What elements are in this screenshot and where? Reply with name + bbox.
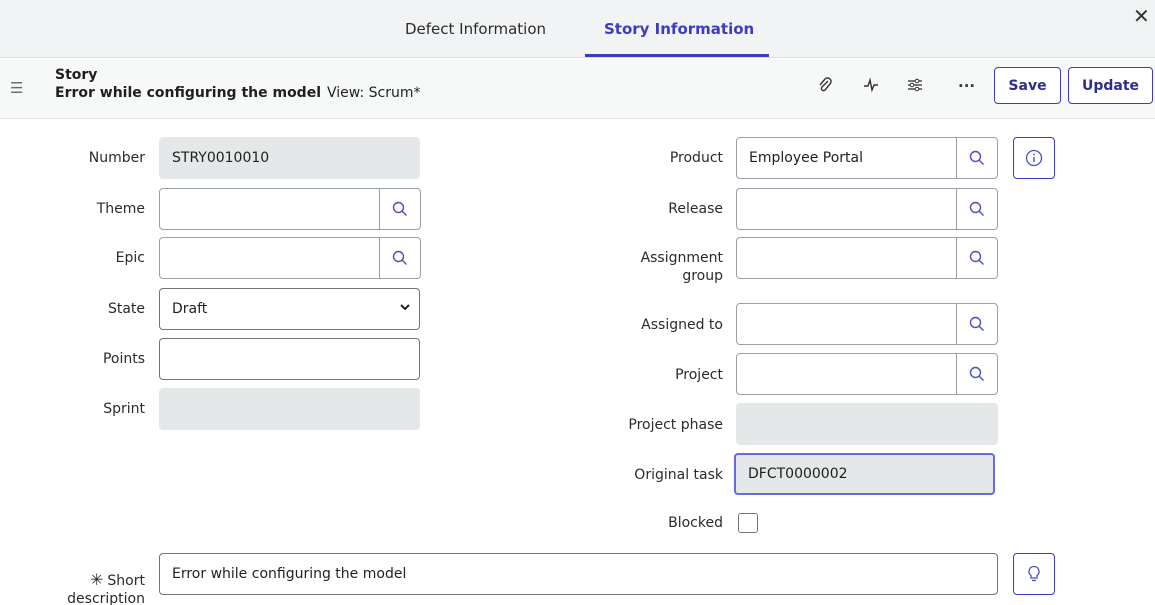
tab-bar: Defect Information Story Information ✕ bbox=[0, 0, 1155, 58]
number-field: STRY0010010 bbox=[159, 137, 420, 179]
product-input[interactable]: Employee Portal bbox=[736, 137, 957, 179]
release-lookup-button[interactable] bbox=[956, 188, 998, 230]
epic-lookup-button[interactable] bbox=[379, 237, 421, 279]
assigned-to-label: Assigned to bbox=[641, 317, 723, 333]
chevron-down-icon bbox=[399, 301, 411, 316]
search-icon bbox=[969, 201, 984, 216]
assigned-to-lookup-button[interactable] bbox=[956, 303, 998, 345]
state-select[interactable]: Draft bbox=[159, 288, 420, 330]
record-type: Story bbox=[55, 67, 98, 83]
record-title: Error while configuring the model View: S… bbox=[55, 85, 420, 101]
search-icon bbox=[392, 250, 407, 265]
search-icon bbox=[969, 250, 984, 265]
sprint-field bbox=[159, 388, 420, 430]
search-icon bbox=[969, 150, 984, 165]
release-input[interactable] bbox=[736, 188, 957, 230]
required-icon: ✳ bbox=[90, 570, 104, 589]
short-description-label-text: Short description bbox=[67, 573, 145, 605]
search-icon bbox=[969, 316, 984, 331]
theme-input[interactable] bbox=[159, 188, 380, 230]
assignment-group-input[interactable] bbox=[736, 237, 957, 279]
form-header: ☰ Story Error while configuring the mode… bbox=[0, 59, 1155, 119]
more-icon[interactable]: ··· bbox=[958, 77, 975, 95]
search-icon bbox=[392, 201, 407, 216]
state-label: State bbox=[107, 301, 145, 317]
state-selected-value: Draft bbox=[172, 301, 208, 317]
menu-icon[interactable]: ☰ bbox=[10, 79, 23, 97]
assigned-to-input[interactable] bbox=[736, 303, 957, 345]
paperclip-icon[interactable] bbox=[817, 77, 833, 97]
short-description-input[interactable]: Error while configuring the model bbox=[159, 553, 998, 595]
short-description-label: ✳ Short description bbox=[35, 571, 145, 605]
save-button[interactable]: Save bbox=[994, 67, 1061, 104]
product-lookup-button[interactable] bbox=[956, 137, 998, 179]
suggestion-button[interactable] bbox=[1013, 553, 1055, 595]
points-input[interactable] bbox=[159, 338, 420, 380]
product-info-button[interactable] bbox=[1013, 137, 1055, 179]
active-tab-indicator bbox=[585, 54, 769, 57]
points-label: Points bbox=[102, 351, 145, 367]
product-label: Product bbox=[669, 150, 723, 166]
project-phase-label: Project phase bbox=[628, 417, 723, 433]
theme-label: Theme bbox=[96, 201, 145, 217]
record-title-text: Error while configuring the model bbox=[55, 85, 321, 101]
project-phase-field bbox=[736, 403, 998, 445]
tab-story-information[interactable]: Story Information bbox=[604, 20, 754, 38]
release-label: Release bbox=[668, 201, 723, 217]
activity-icon[interactable] bbox=[863, 77, 879, 97]
epic-input[interactable] bbox=[159, 237, 380, 279]
blocked-checkbox[interactable] bbox=[738, 513, 758, 533]
view-label: View: Scrum* bbox=[327, 85, 421, 101]
lightbulb-icon bbox=[1028, 565, 1040, 582]
settings-sliders-icon[interactable] bbox=[907, 77, 923, 97]
search-icon bbox=[969, 366, 984, 381]
original-task-field[interactable]: DFCT0000002 bbox=[734, 453, 995, 495]
project-input[interactable] bbox=[736, 353, 957, 395]
original-task-label: Original task bbox=[634, 467, 723, 483]
project-lookup-button[interactable] bbox=[956, 353, 998, 395]
update-button[interactable]: Update bbox=[1068, 67, 1153, 104]
close-icon[interactable]: ✕ bbox=[1133, 4, 1150, 28]
assignment-group-label: Assignment group bbox=[640, 250, 723, 284]
number-label: Number bbox=[88, 150, 145, 166]
assignment-group-lookup-button[interactable] bbox=[956, 237, 998, 279]
tab-defect-information[interactable]: Defect Information bbox=[405, 20, 546, 38]
epic-label: Epic bbox=[115, 250, 145, 266]
theme-lookup-button[interactable] bbox=[379, 188, 421, 230]
blocked-label: Blocked bbox=[668, 515, 723, 531]
sprint-label: Sprint bbox=[103, 401, 145, 417]
project-label: Project bbox=[675, 367, 723, 383]
info-icon bbox=[1025, 149, 1043, 167]
